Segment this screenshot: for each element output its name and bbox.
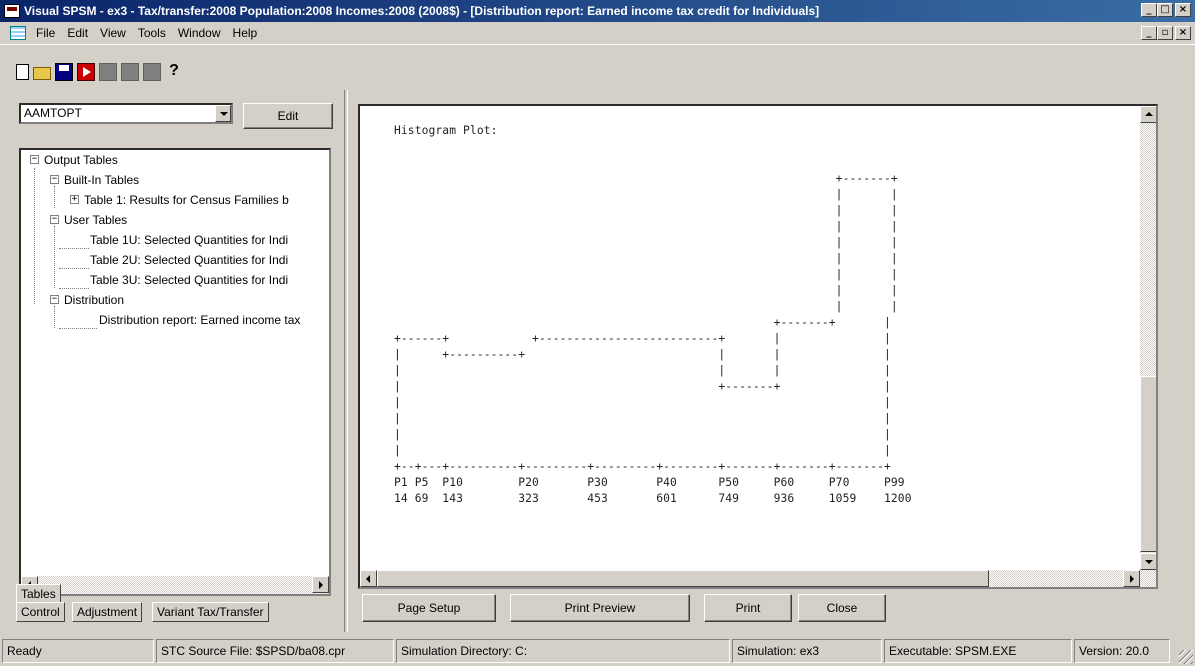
variable-combo[interactable]: AAMTOPT xyxy=(19,103,233,124)
maximize-button[interactable]: □ xyxy=(1157,3,1173,17)
scroll-up-icon[interactable] xyxy=(1140,106,1156,123)
status-bar: Ready STC Source File: $SPSD/ba08.cpr Si… xyxy=(0,636,1195,666)
tree-connector xyxy=(59,328,97,329)
status-version: Version: 20.0 xyxy=(1074,639,1170,663)
mdi-minimize-button[interactable]: _ xyxy=(1141,26,1157,40)
pane-splitter[interactable] xyxy=(344,90,348,632)
status-ready: Ready xyxy=(2,639,154,663)
report-view: Histogram Plot: +-------+ | | | | | | | … xyxy=(358,104,1158,589)
close-report-button[interactable]: Close xyxy=(798,594,886,622)
open-icon[interactable] xyxy=(33,67,51,80)
report-hscrollbar[interactable] xyxy=(360,570,1156,587)
tree-item-label: Built-In Tables xyxy=(64,173,140,187)
tree-connector xyxy=(59,268,89,269)
graph2-icon[interactable] xyxy=(121,63,139,81)
menu-window[interactable]: Window xyxy=(172,26,227,40)
collapse-icon[interactable]: − xyxy=(50,215,59,224)
tree-connector xyxy=(59,248,89,249)
tree-item-user-tables[interactable]: − User Tables xyxy=(50,210,127,230)
menu-help[interactable]: Help xyxy=(227,26,264,40)
minimize-button[interactable]: _ xyxy=(1141,3,1157,17)
print-button[interactable]: Print xyxy=(704,594,792,622)
report-text: Histogram Plot: +-------+ | | | | | | | … xyxy=(394,124,912,505)
status-sim-directory: Simulation Directory: C: xyxy=(396,639,730,663)
collapse-icon[interactable]: − xyxy=(50,175,59,184)
chevron-down-icon[interactable] xyxy=(215,105,231,122)
app-icon[interactable] xyxy=(4,4,20,18)
menu-file[interactable]: File xyxy=(30,26,61,40)
tree-item-dist-report[interactable]: Distribution report: Earned income tax xyxy=(99,310,300,330)
tree-item-table1[interactable]: + Table 1: Results for Census Families b xyxy=(70,190,289,210)
collapse-icon[interactable]: − xyxy=(30,155,39,164)
menu-view[interactable]: View xyxy=(94,26,132,40)
menu-edit[interactable]: Edit xyxy=(61,26,94,40)
vscroll-thumb[interactable] xyxy=(1140,376,1156,552)
graph1-icon[interactable] xyxy=(99,63,117,81)
document-icon[interactable] xyxy=(10,26,26,40)
page-setup-button[interactable]: Page Setup xyxy=(362,594,496,622)
output-tree[interactable]: − Output Tables − Built-In Tables + Tabl… xyxy=(19,148,331,596)
tree-item-label: Output Tables xyxy=(44,153,118,167)
left-pane: AAMTOPT Edit − Output Tables − Built-In … xyxy=(0,90,344,632)
stop-icon[interactable] xyxy=(143,63,161,81)
run-icon[interactable] xyxy=(77,63,95,81)
new-icon[interactable] xyxy=(16,64,29,80)
expand-icon[interactable]: + xyxy=(70,195,79,204)
tree-connector xyxy=(34,168,35,304)
tree-connector xyxy=(54,226,55,288)
tab-adjustment[interactable]: Adjustment xyxy=(72,602,143,622)
mdi-restore-button[interactable]: ▫ xyxy=(1157,26,1173,40)
scroll-left-icon[interactable] xyxy=(360,570,377,587)
tree-item-distribution[interactable]: − Distribution xyxy=(50,290,124,310)
histogram-report: Histogram Plot: +-------+ | | | | | | | … xyxy=(360,106,1140,570)
edit-button[interactable]: Edit xyxy=(243,103,333,129)
scroll-right-icon[interactable] xyxy=(1123,570,1140,587)
window-controls: _ □ × xyxy=(1141,3,1191,17)
window-title: Visual SPSM - ex3 - Tax/transfer:2008 Po… xyxy=(24,4,820,18)
tab-tables[interactable]: Tables xyxy=(16,584,61,603)
help-icon[interactable]: ? xyxy=(165,63,183,81)
tab-control[interactable]: Control xyxy=(16,602,65,622)
tree-item-table3u[interactable]: Table 3U: Selected Quantities for Indi xyxy=(90,270,288,290)
close-button[interactable]: × xyxy=(1175,3,1191,17)
scroll-down-icon[interactable] xyxy=(1140,553,1156,570)
status-executable: Executable: SPSM.EXE xyxy=(884,639,1072,663)
report-vscrollbar[interactable] xyxy=(1140,106,1156,570)
toolbar: ? xyxy=(0,44,1195,90)
print-preview-button[interactable]: Print Preview xyxy=(510,594,690,622)
collapse-icon[interactable]: − xyxy=(50,295,59,304)
title-bar: Visual SPSM - ex3 - Tax/transfer:2008 Po… xyxy=(0,0,1195,22)
tree-item-label: Distribution xyxy=(64,293,125,307)
status-simulation: Simulation: ex3 xyxy=(732,639,882,663)
resize-grip-icon[interactable] xyxy=(1179,650,1193,664)
tree-item-label: Table 1: Results for Census Families b xyxy=(84,193,289,207)
mdi-close-button[interactable]: × xyxy=(1175,26,1191,40)
tree-item-builtin-tables[interactable]: − Built-In Tables xyxy=(50,170,139,190)
hscroll-thumb[interactable] xyxy=(377,570,989,587)
pane-tabs: Tables Control Adjustment Variant Tax/Tr… xyxy=(0,584,344,632)
tree-item-table2u[interactable]: Table 2U: Selected Quantities for Indi xyxy=(90,250,288,270)
tree-item-table1u[interactable]: Table 1U: Selected Quantities for Indi xyxy=(90,230,288,250)
menu-tools[interactable]: Tools xyxy=(132,26,172,40)
tree-connector xyxy=(59,288,89,289)
save-icon[interactable] xyxy=(55,63,73,81)
combo-value: AAMTOPT xyxy=(24,106,82,120)
menu-bar: File Edit View Tools Window Help _ ▫ × xyxy=(0,22,1195,44)
mdi-controls: _ ▫ × xyxy=(1141,26,1191,40)
status-source-file: STC Source File: $SPSD/ba08.cpr xyxy=(156,639,394,663)
tab-variant-tax-transfer[interactable]: Variant Tax/Transfer xyxy=(152,602,269,622)
report-buttons: Page Setup Print Preview Print Close xyxy=(358,594,1158,626)
tree-item-output-tables[interactable]: − Output Tables xyxy=(30,150,118,170)
tree-item-label: User Tables xyxy=(64,213,128,227)
